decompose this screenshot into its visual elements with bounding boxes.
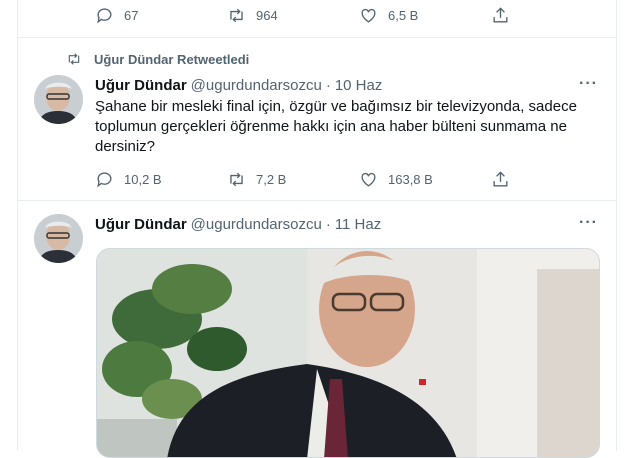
share-icon [493, 171, 508, 187]
separator: · [325, 216, 331, 233]
retweet-icon [68, 53, 80, 65]
avatar-image [34, 214, 83, 263]
tweet-text: Şahane bir mesleki final için, özgür ve … [95, 98, 577, 155]
retweet-count: 964 [256, 8, 278, 23]
avatar-image [34, 75, 83, 124]
more-icon[interactable]: ··· [579, 214, 598, 232]
author-name[interactable]: Uğur Dündar [95, 216, 187, 233]
tweet-actions: 67 964 6,5 B [95, 6, 521, 25]
tweet-photo[interactable] [96, 248, 600, 458]
reply-count: 67 [124, 8, 139, 23]
retweet-button[interactable]: 7,2 B [227, 170, 359, 189]
avatar[interactable] [34, 214, 83, 263]
like-icon [361, 172, 376, 187]
like-icon [361, 8, 376, 23]
tweet-actions: 10,2 B 7,2 B 163,8 B [95, 170, 521, 189]
reply-icon [97, 172, 112, 188]
reply-button[interactable]: 10,2 B [95, 170, 227, 189]
avatar[interactable] [34, 75, 83, 124]
timeline: 67 964 6,5 B Uğur Dündar Retweetledi Uğu… [17, 0, 617, 458]
tweet-date[interactable]: 10 Haz [335, 77, 383, 94]
like-button[interactable]: 163,8 B [359, 170, 491, 189]
like-count: 6,5 B [388, 8, 419, 23]
retweet-context-label[interactable]: Uğur Dündar Retweetledi [94, 52, 249, 67]
retweet-icon [230, 172, 243, 187]
share-icon [493, 7, 508, 23]
share-button[interactable] [491, 6, 521, 25]
share-button[interactable] [491, 170, 521, 189]
retweet-context: Uğur Dündar Retweetledi [66, 51, 249, 67]
tweet-date[interactable]: 11 Haz [335, 216, 381, 233]
tweet-header: Uğur Dündar @ugurdundarsozcu · 10 Haz [95, 77, 382, 94]
reply-icon [97, 8, 112, 24]
tweet-header: Uğur Dündar @ugurdundarsozcu · 11 Haz [95, 216, 381, 233]
retweet-count: 7,2 B [256, 172, 287, 187]
photo-image [97, 249, 599, 457]
separator: · [325, 77, 331, 94]
tweet-previous[interactable]: 67 964 6,5 B [18, 0, 616, 38]
author-handle[interactable]: @ugurdundarsozcu [191, 216, 322, 233]
retweet-icon [230, 8, 243, 23]
like-count: 163,8 B [388, 172, 433, 187]
reply-count: 10,2 B [124, 172, 162, 187]
like-button[interactable]: 6,5 B [359, 6, 491, 25]
tweet-retweeted[interactable]: Uğur Dündar Retweetledi Uğur Dündar @ugu… [18, 38, 616, 201]
author-name[interactable]: Uğur Dündar [95, 77, 187, 94]
more-icon[interactable]: ··· [579, 75, 598, 93]
author-handle[interactable]: @ugurdundarsozcu [191, 77, 322, 94]
retweet-button[interactable]: 964 [227, 6, 359, 25]
reply-button[interactable]: 67 [95, 6, 227, 25]
